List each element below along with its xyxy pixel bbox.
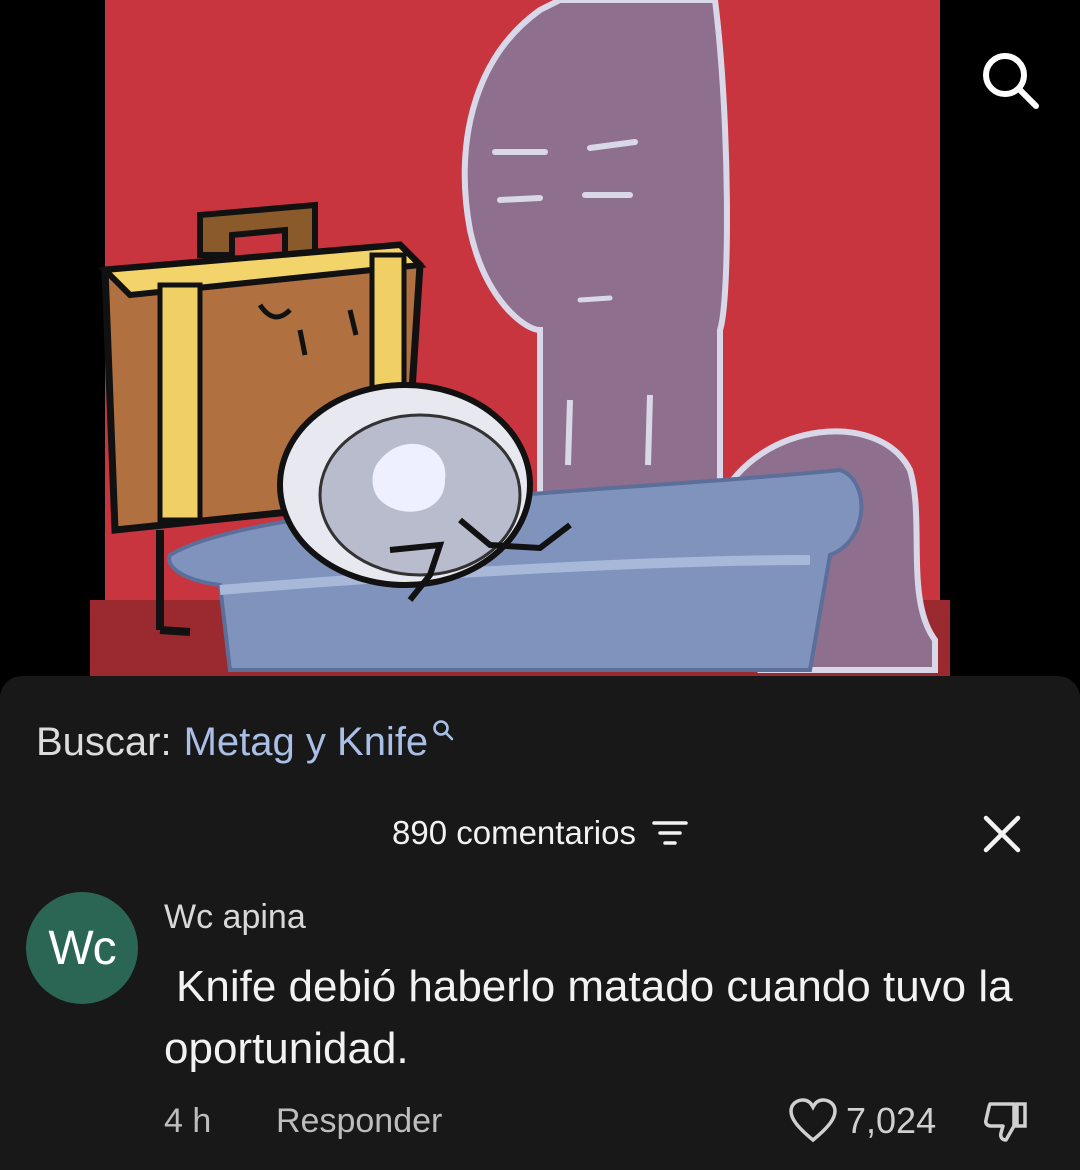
search-suggestion-link[interactable]: Buscar: Metag y Knife: [36, 718, 454, 766]
video-player[interactable]: [0, 0, 1080, 690]
comment-count: 890 comentarios: [392, 814, 636, 851]
search-icon: [983, 53, 1039, 109]
comment-actions: 4 h Responder 7,024: [164, 1098, 1044, 1146]
comment-timestamp: 4 h: [164, 1102, 212, 1140]
dislike-button[interactable]: [982, 1098, 1030, 1155]
like-button[interactable]: 7,024: [788, 1098, 936, 1144]
thumbs-down-icon: [984, 1102, 1027, 1142]
avatar-initials: Wc: [48, 921, 116, 975]
video-frame: [0, 0, 1080, 690]
sort-icon: [652, 821, 688, 845]
close-comments-button[interactable]: [972, 806, 1032, 862]
search-suggestion-query[interactable]: Metag y Knife: [184, 718, 429, 766]
comment-count-row: 890 comentarios: [0, 814, 1080, 852]
like-count: 7,024: [846, 1100, 937, 1141]
search-icon: [433, 720, 454, 741]
comment-text: Knife debió haberlo matado cuando tuvo l…: [164, 962, 1013, 1073]
reply-button[interactable]: Responder: [276, 1102, 442, 1141]
search-suggestion-prefix: Buscar:: [36, 720, 172, 764]
sort-comments-button[interactable]: 890 comentarios: [392, 814, 688, 852]
comments-header: 890 comentarios: [0, 806, 1080, 862]
heart-icon: [789, 1098, 837, 1143]
comment-username[interactable]: Wc apina: [164, 898, 306, 937]
avatar[interactable]: Wc: [26, 892, 138, 1004]
close-icon: [983, 815, 1021, 853]
search-button[interactable]: [970, 40, 1050, 120]
